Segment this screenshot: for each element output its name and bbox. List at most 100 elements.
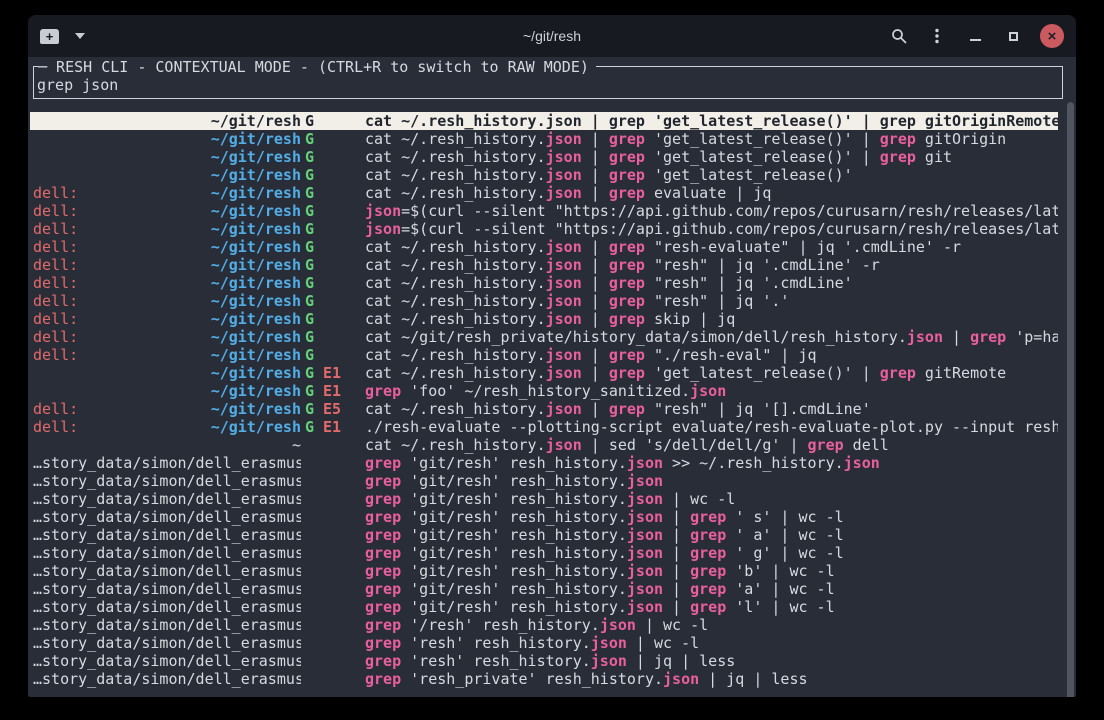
host-label: dell: [33, 346, 78, 364]
host-label: dell: [33, 292, 78, 310]
new-tab-icon[interactable]: + [40, 29, 59, 44]
directory-label: …story_data/simon/dell_erasmus [33, 580, 301, 598]
command-text: json=$(curl --silent "https://api.github… [365, 202, 1058, 220]
search-query-input[interactable]: grep json [37, 76, 1037, 94]
command-text: grep 'git/resh' resh_history.json >> ~/.… [365, 454, 1058, 472]
directory-label: …story_data/simon/dell_erasmus [33, 454, 301, 472]
flags-label: GE1 [301, 364, 365, 382]
history-row[interactable]: …story_data/simon/dell_erasmusgrep 'resh… [30, 652, 1058, 670]
history-row[interactable]: …story_data/simon/dell_erasmusgrep 'git/… [30, 544, 1058, 562]
history-row[interactable]: dell:~/git/reshGjson=$(curl --silent "ht… [30, 202, 1058, 220]
history-row[interactable]: …story_data/simon/dell_erasmusgrep 'resh… [30, 670, 1058, 688]
flags-label: GE1 [301, 382, 365, 400]
directory-label: …story_data/simon/dell_erasmus [33, 652, 301, 670]
command-text: cat ~/.resh_history.json | grep 'get_lat… [365, 112, 1058, 130]
host-label: dell: [33, 238, 78, 256]
directory-label: ~/git/resh [211, 364, 301, 382]
host-label: dell: [33, 184, 78, 202]
flags-label [301, 490, 365, 508]
flags-label [301, 436, 365, 454]
command-text: cat ~/.resh_history.json | grep "./resh-… [365, 346, 1058, 364]
history-row[interactable]: ~/git/reshGcat ~/.resh_history.json | gr… [30, 112, 1058, 130]
command-text: cat ~/.resh_history.json | grep skip | j… [365, 310, 1058, 328]
minimize-icon[interactable] [956, 21, 994, 51]
directory-label: ~/git/resh [211, 382, 301, 400]
command-text: cat ~/.resh_history.json | grep 'get_lat… [365, 148, 1058, 166]
command-text: grep 'git/resh' resh_history.json | grep… [365, 526, 1058, 544]
command-text: grep 'resh_private' resh_history.json | … [365, 670, 1058, 688]
command-text: grep 'git/resh' resh_history.json | grep… [365, 562, 1058, 580]
chevron-down-icon[interactable] [75, 33, 85, 39]
restore-icon[interactable] [994, 21, 1032, 51]
scrollbar[interactable] [1067, 102, 1074, 697]
flags-label [301, 472, 365, 490]
flags-label [301, 598, 365, 616]
directory-label: ~/git/resh [211, 310, 301, 328]
command-text: cat ~/.resh_history.json | grep "resh" |… [365, 400, 1058, 418]
flags-label: G [301, 148, 365, 166]
history-row[interactable]: …story_data/simon/dell_erasmusgrep 'git/… [30, 598, 1058, 616]
history-row[interactable]: dell:~/git/reshGcat ~/.resh_history.json… [30, 310, 1058, 328]
flags-label: GE5 [301, 400, 365, 418]
host-label: dell: [33, 274, 78, 292]
history-row[interactable]: ~/git/reshGcat ~/.resh_history.json | gr… [30, 148, 1058, 166]
history-row[interactable]: ~/git/reshGcat ~/.resh_history.json | gr… [30, 166, 1058, 184]
command-text: grep 'git/resh' resh_history.json [365, 472, 1058, 490]
directory-label: …story_data/simon/dell_erasmus [33, 634, 301, 652]
flags-label: G [301, 166, 365, 184]
history-row[interactable]: dell:~/git/reshGcat ~/git/resh_private/h… [30, 328, 1058, 346]
directory-label: …story_data/simon/dell_erasmus [33, 616, 301, 634]
directory-label: …story_data/simon/dell_erasmus [33, 562, 301, 580]
history-row[interactable]: dell:~/git/reshGE5cat ~/.resh_history.js… [30, 400, 1058, 418]
history-row[interactable]: dell:~/git/reshGE1./resh-evaluate --plot… [30, 418, 1058, 436]
flags-label: G [301, 328, 365, 346]
host-label: dell: [33, 400, 78, 418]
directory-label: ~/git/resh [211, 238, 301, 256]
host-label: dell: [33, 310, 78, 328]
command-text: cat ~/git/resh_private/history_data/simo… [365, 328, 1058, 346]
history-row[interactable]: dell:~/git/reshGcat ~/.resh_history.json… [30, 292, 1058, 310]
history-row[interactable]: …story_data/simon/dell_erasmusgrep 'git/… [30, 472, 1058, 490]
history-row[interactable]: dell:~/git/reshGjson=$(curl --silent "ht… [30, 220, 1058, 238]
command-text: cat ~/.resh_history.json | sed 's/dell/d… [365, 436, 1058, 454]
flags-label [301, 634, 365, 652]
close-icon[interactable]: × [1040, 24, 1064, 48]
history-row[interactable]: dell:~/git/reshGcat ~/.resh_history.json… [30, 274, 1058, 292]
host-label: dell: [33, 418, 78, 436]
command-text: ./resh-evaluate --plotting-script evalua… [365, 418, 1058, 436]
history-row[interactable]: dell:~/git/reshGcat ~/.resh_history.json… [30, 238, 1058, 256]
history-row[interactable]: …story_data/simon/dell_erasmus grep 'git/… [30, 526, 1058, 544]
history-row[interactable]: ~ cat ~/.resh_history.json | sed 's/dell/… [30, 436, 1058, 454]
directory-label: ~/git/resh [211, 130, 301, 148]
history-row[interactable]: …story_data/simon/dell_erasmus grep 'git/… [30, 580, 1058, 598]
host-label: dell: [33, 328, 78, 346]
history-row[interactable]: ~/git/reshGE1grep 'foo' ~/resh_history_s… [30, 382, 1058, 400]
history-list: ~/git/reshGcat ~/.resh_history.json | gr… [30, 112, 1058, 688]
history-row[interactable]: ~/git/reshGE1cat ~/.resh_history.json | … [30, 364, 1058, 382]
history-row[interactable]: …story_data/simon/dell_erasmus grep 'git/… [30, 454, 1058, 472]
history-row[interactable]: ~/git/reshGcat ~/.resh_history.json | gr… [30, 130, 1058, 148]
command-text: grep 'resh' resh_history.json | wc -l [365, 634, 1058, 652]
command-text: grep 'git/resh' resh_history.json | grep… [365, 580, 1058, 598]
directory-label: ~ [292, 436, 301, 454]
history-row[interactable]: dell:~/git/reshGcat ~/.resh_history.json… [30, 184, 1058, 202]
kebab-menu-icon[interactable] [918, 21, 956, 51]
flags-label [301, 526, 365, 544]
flags-label [301, 454, 365, 472]
history-row[interactable]: dell:~/git/reshGcat ~/.resh_history.json… [30, 346, 1058, 364]
search-icon[interactable] [880, 21, 918, 51]
directory-label: ~/git/resh [211, 184, 301, 202]
directory-label: …story_data/simon/dell_erasmus [33, 508, 301, 526]
flags-label: G [301, 238, 365, 256]
history-row[interactable]: dell:~/git/reshGcat ~/.resh_history.json… [30, 256, 1058, 274]
history-row[interactable]: …story_data/simon/dell_erasmusgrep '/res… [30, 616, 1058, 634]
host-label: dell: [33, 256, 78, 274]
flags-label: G [301, 130, 365, 148]
flags-label: G [301, 184, 365, 202]
history-row[interactable]: …story_data/simon/dell_erasmus grep 'resh… [30, 634, 1058, 652]
history-row[interactable]: …story_data/simon/dell_erasmusgrep 'git/… [30, 508, 1058, 526]
directory-label: …story_data/simon/dell_erasmus [33, 526, 301, 544]
flags-label [301, 616, 365, 634]
history-row[interactable]: …story_data/simon/dell_erasmusgrep 'git/… [30, 490, 1058, 508]
history-row[interactable]: …story_data/simon/dell_erasmus grep 'git/… [30, 562, 1058, 580]
